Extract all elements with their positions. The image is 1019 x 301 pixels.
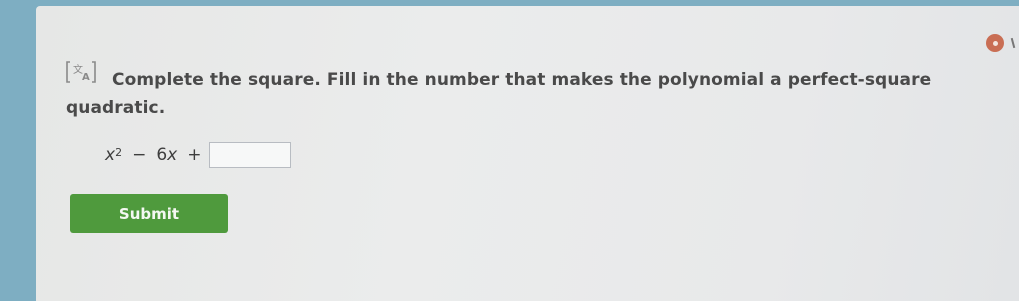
prompt-line-2: quadratic. xyxy=(66,98,166,118)
term-x-squared-exponent: 2 xyxy=(115,145,123,159)
question-prompt: Complete the square. Fill in the number … xyxy=(66,66,966,122)
term-coefficient: 6 xyxy=(156,145,168,165)
minus-operator: − xyxy=(132,145,147,165)
term-x-squared-base: x xyxy=(105,145,116,165)
plus-operator: + xyxy=(187,145,202,165)
term-linear-variable: x xyxy=(167,145,178,165)
polynomial-expression: x2 − 6x + xyxy=(105,138,292,172)
prompt-line-1: Complete the square. Fill in the number … xyxy=(112,70,932,90)
circle-dot-icon[interactable] xyxy=(986,34,1004,52)
submit-button[interactable]: Submit xyxy=(70,194,228,233)
circle-dot-center xyxy=(992,40,998,46)
answer-input[interactable] xyxy=(209,142,292,168)
